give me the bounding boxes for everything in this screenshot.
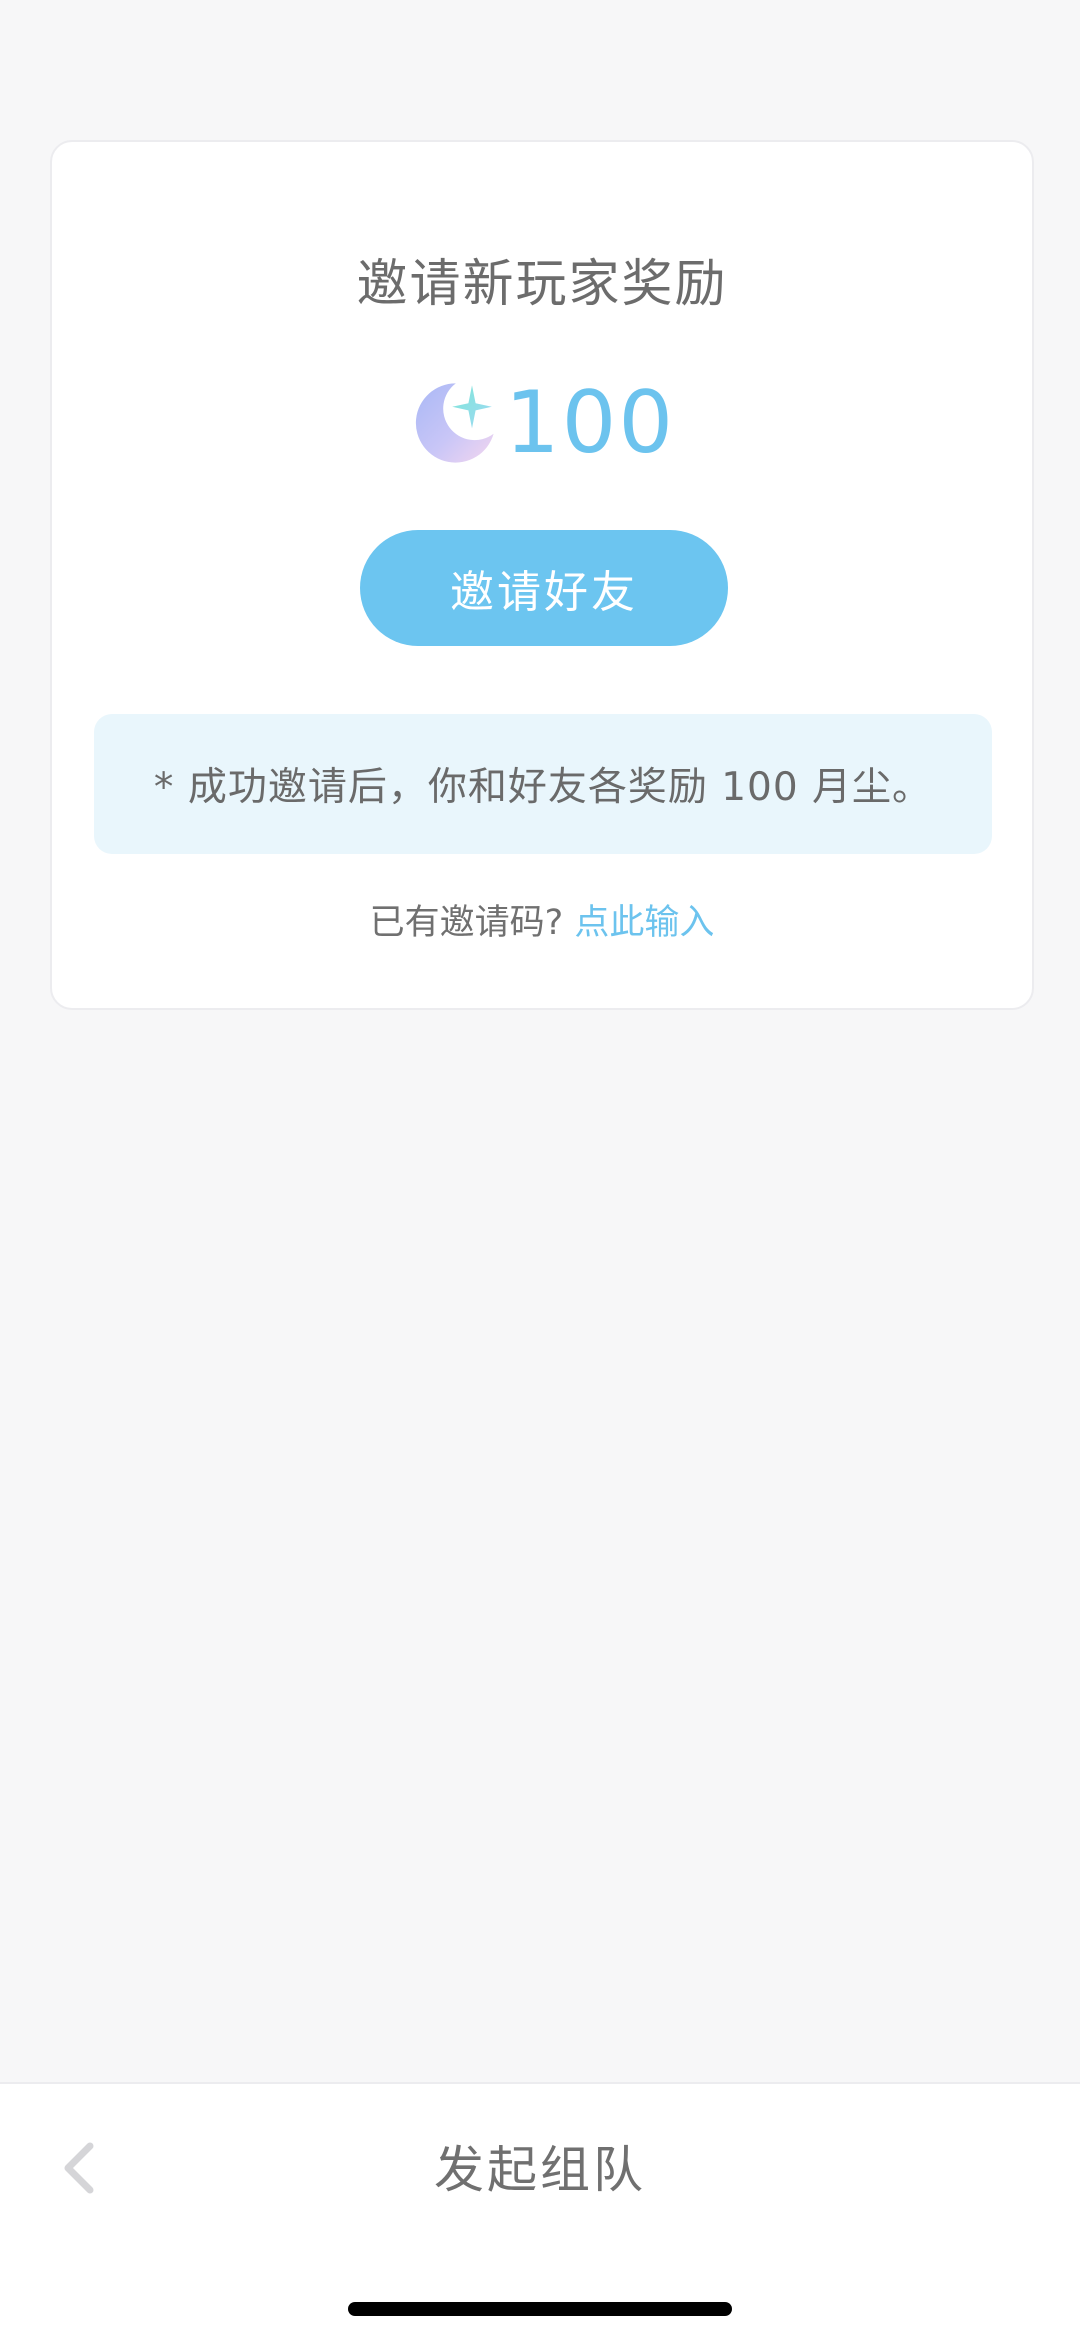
card-title: 邀请新玩家奖励 — [356, 255, 728, 314]
bottom-title: 发起组队 — [434, 2141, 646, 2199]
reward-note-box: * 成功邀请后，你和好友各奖励 100 月尘。 — [94, 714, 992, 854]
reward-display: 100 — [52, 368, 1032, 478]
reward-note-text: * 成功邀请后，你和好友各奖励 100 月尘。 — [153, 765, 933, 810]
invite-code-line: 已有邀请码? 点此输入 — [52, 894, 1032, 945]
invite-code-prompt: 已有邀请码? — [369, 903, 564, 943]
moon-star-icon — [415, 383, 494, 463]
enter-code-link[interactable]: 点此输入 — [574, 903, 714, 943]
invite-reward-card: 邀请新玩家奖励 100 邀请好友 * 成功邀请后，你和好友各奖励 100 月尘。 — [50, 140, 1034, 1010]
home-indicator — [348, 2302, 732, 2316]
reward-amount: 100 — [504, 373, 676, 473]
invite-friends-button[interactable]: 邀请好友 — [360, 530, 728, 646]
bottom-bar: 发起组队 — [0, 2082, 1080, 2337]
